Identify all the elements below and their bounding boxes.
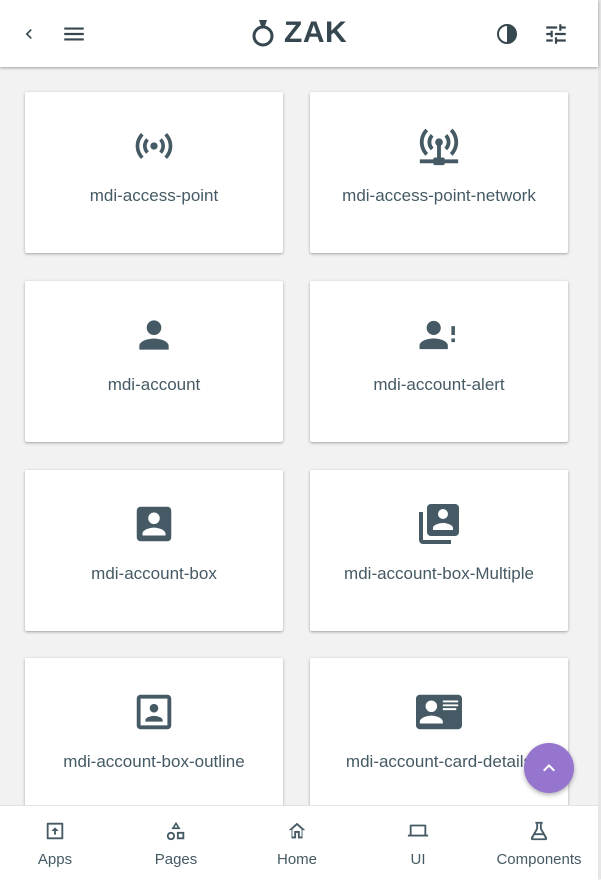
icon-card-account-box[interactable]: mdi-account-box [25,470,283,631]
brand-name: ZAK [284,16,348,49]
icon-card-account-box-outline[interactable]: mdi-account-box-outline [25,658,283,819]
account-card-details-icon [310,692,568,732]
nav-label: UI [410,851,426,868]
card-label: mdi-access-point [89,186,219,205]
menu-icon[interactable] [57,17,91,51]
icon-card-account-card-details[interactable]: mdi-account-card-details [310,658,568,819]
brand-logo[interactable]: ZAK [250,14,347,52]
card-label: mdi-access-point-network [342,186,536,205]
access-point-icon [25,126,283,166]
ring-logo-icon [252,20,274,47]
apps-upload-icon [46,822,64,840]
nav-item-home[interactable]: Home [247,806,347,880]
chevron-up-icon [543,764,555,772]
card-label: mdi-account-box [91,564,217,583]
card-label: mdi-account-box-Multiple [344,564,534,583]
access-point-network-icon [310,126,568,166]
icon-card-account-alert[interactable]: mdi-account-alert [310,281,568,442]
back-chevron-icon[interactable] [12,17,46,51]
home-icon [288,822,306,839]
bottom-navigation: Apps Pages Home UI Components [0,805,598,880]
icon-card-access-point-network[interactable]: mdi-access-point-network [310,92,568,253]
top-app-bar: ZAK [0,0,598,67]
account-box-multiple-icon [310,504,568,544]
nav-label: Components [496,851,582,868]
shapes-icon [166,821,185,841]
nav-item-components[interactable]: Components [489,806,589,880]
account-icon [25,315,283,355]
icon-card-account[interactable]: mdi-account [25,281,283,442]
account-alert-icon [310,315,568,355]
flask-icon [530,821,548,841]
nav-item-apps[interactable]: Apps [5,806,105,880]
account-box-icon [25,504,283,544]
contrast-icon[interactable] [490,17,524,51]
card-label: mdi-account-box-outline [63,752,245,771]
card-label: mdi-account [107,375,201,394]
account-box-outline-icon [25,692,283,732]
nav-item-pages[interactable]: Pages [126,806,226,880]
tune-icon[interactable] [539,17,573,51]
nav-label: Home [276,851,317,868]
nav-item-ui[interactable]: UI [368,806,468,880]
icon-card-account-box-multiple[interactable]: mdi-account-box-Multiple [310,470,568,631]
laptop-icon [407,824,429,837]
icon-card-access-point[interactable]: mdi-access-point [25,92,283,253]
nav-label: Pages [154,851,198,868]
scroll-to-top-button[interactable] [524,743,574,793]
card-label: mdi-account-alert [373,375,505,394]
